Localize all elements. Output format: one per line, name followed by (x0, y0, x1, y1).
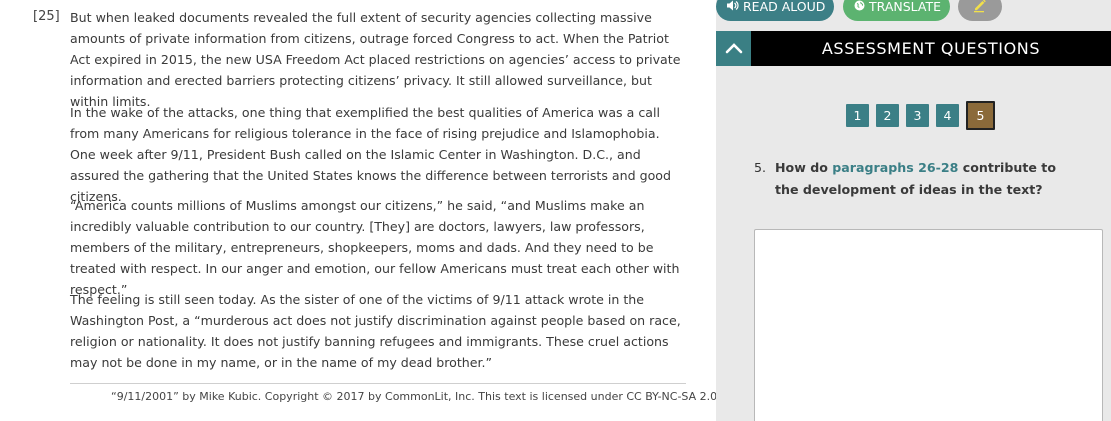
paragraph-number: [25] (33, 9, 60, 24)
citation-divider (70, 383, 686, 384)
highlight-button[interactable] (958, 0, 1002, 21)
reading-pane: [25] But when leaked documents revealed … (0, 0, 717, 421)
question-1-button[interactable]: 1 (846, 104, 869, 127)
assessment-header: ASSESSMENT QUESTIONS (716, 31, 1111, 66)
translate-button[interactable]: TRANSLATE (843, 0, 950, 21)
question-navigation: 1 2 3 4 5 (846, 101, 1002, 130)
question-3-button[interactable]: 3 (906, 104, 929, 127)
paragraph-28: The feeling is still seen today. As the … (70, 292, 681, 370)
question-5-button[interactable]: 5 (966, 101, 995, 130)
chevron-up-icon (725, 39, 743, 58)
citation: “9/11/2001” by Mike Kubic. Copyright © 2… (111, 390, 718, 403)
paragraph-25: But when leaked documents revealed the f… (70, 10, 681, 109)
answer-field[interactable] (754, 229, 1103, 421)
question-number: 5. (754, 160, 767, 175)
read-aloud-button[interactable]: READ ALOUD (716, 0, 834, 21)
question-prefix: How do (775, 160, 833, 175)
collapse-panel-button[interactable] (716, 31, 751, 66)
question-4-button[interactable]: 4 (936, 104, 959, 127)
pencil-icon (972, 0, 988, 17)
panel-title: ASSESSMENT QUESTIONS (821, 39, 1041, 58)
question-text: How do paragraphs 26-28 contribute to th… (775, 157, 1075, 201)
read-aloud-label: READ ALOUD (743, 0, 826, 14)
paragraph-27: “America counts millions of Muslims amon… (70, 198, 680, 297)
paragraph-reference-link[interactable]: paragraphs 26-28 (832, 160, 958, 175)
translate-label: TRANSLATE (869, 0, 942, 14)
question-2-button[interactable]: 2 (876, 104, 899, 127)
speaker-icon (727, 0, 739, 14)
globe-icon (854, 0, 865, 14)
paragraph-26: In the wake of the attacks, one thing th… (70, 105, 671, 204)
